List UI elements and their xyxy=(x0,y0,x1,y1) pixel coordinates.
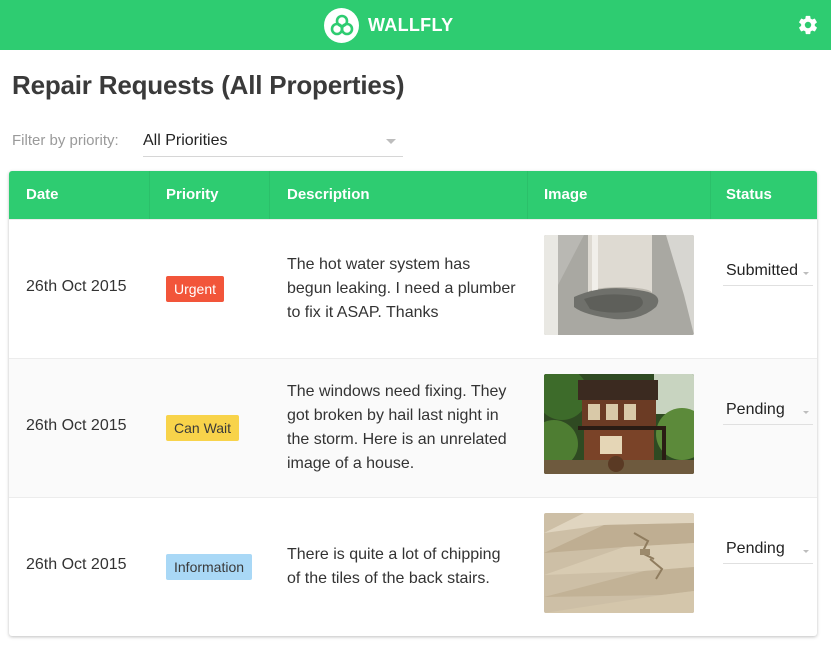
column-header-priority[interactable]: Priority xyxy=(166,171,219,219)
house-photo[interactable] xyxy=(544,374,694,474)
chevron-down-icon xyxy=(803,411,809,414)
column-divider xyxy=(269,171,270,219)
column-header-description[interactable]: Description xyxy=(287,171,370,219)
date-cell: 26th Oct 2015 xyxy=(26,556,127,573)
column-divider xyxy=(710,171,711,219)
column-header-image[interactable]: Image xyxy=(544,171,587,219)
description-cell: There is quite a lot of chipping of the … xyxy=(287,546,501,587)
column-divider xyxy=(149,171,150,219)
chipped-stairs-photo[interactable] xyxy=(544,513,694,613)
chevron-down-icon xyxy=(803,550,809,553)
chevron-down-icon xyxy=(386,139,396,144)
repair-requests-table: Date Priority Description Image Status 2… xyxy=(9,171,817,636)
brand-name: WALLFLY xyxy=(368,14,454,35)
column-divider xyxy=(527,171,528,219)
column-header-status[interactable]: Status xyxy=(726,171,772,219)
table-row[interactable]: 26th Oct 2015 Can Wait The windows need … xyxy=(9,358,817,497)
priority-filter-select[interactable]: All Priorities xyxy=(143,126,403,157)
filter-label: Filter by priority: xyxy=(12,132,119,149)
date-cell: 26th Oct 2015 xyxy=(26,278,127,295)
priority-badge: Urgent xyxy=(166,276,225,302)
column-header-date[interactable]: Date xyxy=(26,171,59,219)
status-value: Pending xyxy=(726,540,785,557)
top-app-bar: WALLFLY xyxy=(0,0,831,50)
hot-water-leak-photo[interactable] xyxy=(544,235,694,335)
description-cell: The windows need fixing. They got broken… xyxy=(287,383,507,472)
table-row[interactable]: 26th Oct 2015 Information There is quite… xyxy=(9,497,817,636)
priority-badge: Information xyxy=(166,554,253,580)
date-cell: 26th Oct 2015 xyxy=(26,417,127,434)
status-select[interactable]: Pending xyxy=(723,399,813,425)
brand[interactable]: WALLFLY xyxy=(324,7,453,43)
table-row[interactable]: 26th Oct 2015 Urgent The hot water syste… xyxy=(9,219,817,358)
page-title: Repair Requests (All Properties) xyxy=(12,70,405,100)
priority-filter-value: All Priorities xyxy=(143,132,228,149)
status-select[interactable]: Pending xyxy=(723,538,813,564)
wallfly-logo-icon xyxy=(324,7,359,43)
gear-icon[interactable] xyxy=(797,14,819,36)
chevron-down-icon xyxy=(803,272,809,275)
status-value: Pending xyxy=(726,401,785,418)
priority-badge: Can Wait xyxy=(166,415,240,441)
description-cell: The hot water system has begun leaking. … xyxy=(287,256,516,321)
table-header: Date Priority Description Image Status xyxy=(9,171,817,219)
status-select[interactable]: Submitted xyxy=(723,260,813,286)
status-value: Submitted xyxy=(726,262,799,279)
